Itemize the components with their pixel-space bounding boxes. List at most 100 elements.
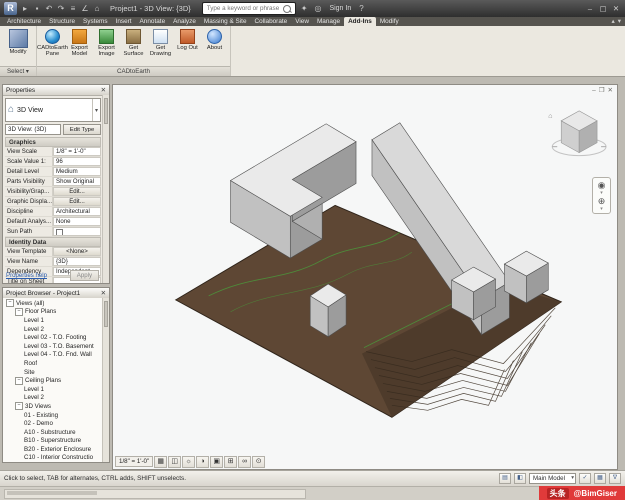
redo-icon[interactable]: ↷ <box>56 2 66 15</box>
property-value-parts-visibility[interactable]: Show Original <box>53 177 101 186</box>
zoom-icon[interactable]: ⊕ <box>598 196 606 206</box>
ribbon-panel-label[interactable]: CADtoEarth <box>37 66 230 76</box>
tree-item-level-02-t-o-footing[interactable]: Level 02 - T.O. Footing <box>3 333 103 342</box>
instance-combo[interactable]: 3D View: (3D) <box>5 124 61 135</box>
project-browser-scrollbar[interactable] <box>102 298 109 462</box>
close-icon[interactable]: ✕ <box>611 2 621 15</box>
ribbon-help-icon[interactable]: ▾ <box>618 17 621 26</box>
application-menu-button[interactable]: R <box>4 2 17 15</box>
view-minimize-icon[interactable]: – <box>592 87 596 95</box>
tree-item-level-04-t-o-fnd-wall[interactable]: Level 04 - T.O. Fnd. Wall <box>3 351 103 360</box>
tree-item-site[interactable]: Site <box>3 368 103 377</box>
communication-center-icon[interactable]: ◎ <box>312 2 323 15</box>
tree-collapse-icon[interactable]: − <box>15 402 23 410</box>
apply-button[interactable]: Apply <box>70 270 99 281</box>
tree-item-ceiling-plans[interactable]: −Ceiling Plans <box>3 376 103 385</box>
property-value-view-scale[interactable]: 1/8" = 1'-0" <box>53 147 101 156</box>
detail-level-icon[interactable]: ▦ <box>154 456 167 468</box>
property-value-scale-value-1[interactable]: 96 <box>53 157 101 166</box>
search-icon[interactable] <box>283 5 291 13</box>
ribbon-minimize-icon[interactable]: ▴ <box>611 17 614 26</box>
ribbon-panel-label[interactable]: Select ▾ <box>0 66 36 76</box>
navigation-wheel-icon[interactable]: ◉ <box>598 180 606 190</box>
property-value-graphic-displa[interactable]: Edit... <box>53 197 101 206</box>
undo-icon[interactable]: ↶ <box>44 2 54 15</box>
tree-item-a10-substructure[interactable]: A10 - Substructure <box>3 428 103 437</box>
ribbon-tab-add-ins[interactable]: Add-Ins <box>344 17 376 26</box>
ribbon-tab-collaborate[interactable]: Collaborate <box>251 17 292 26</box>
ribbon-button-export-image[interactable]: Export Image <box>93 28 120 59</box>
ribbon-tab-systems[interactable]: Systems <box>79 17 112 26</box>
properties-help-link[interactable]: Properties help <box>6 272 47 279</box>
viewcube[interactable]: ⌂ <box>548 111 606 156</box>
type-selector-dropdown-icon[interactable]: ▾ <box>92 99 98 121</box>
ribbon-tab-modify[interactable]: Modify <box>376 17 403 26</box>
ribbon-button-about[interactable]: About <box>201 28 228 52</box>
ribbon-button-export-model[interactable]: Export Model <box>66 28 93 59</box>
ribbon-tab-manage[interactable]: Manage <box>313 17 344 26</box>
property-value-view-template[interactable]: <None> <box>53 247 101 256</box>
tree-item-level-1[interactable]: Level 1 <box>3 385 103 394</box>
tree-item-3d-views[interactable]: −3D Views <box>3 402 103 411</box>
save-icon[interactable]: ▪ <box>32 2 42 15</box>
sun-path-checkbox[interactable] <box>56 229 63 236</box>
help-icon[interactable]: ? <box>357 2 365 15</box>
ribbon-tab-structure[interactable]: Structure <box>45 17 79 26</box>
sun-path-icon[interactable]: ☼ <box>182 456 195 468</box>
exchange-apps-icon[interactable]: ✦ <box>299 2 310 15</box>
crop-view-icon[interactable]: ▣ <box>210 456 223 468</box>
tree-collapse-icon[interactable]: − <box>6 299 14 307</box>
ribbon-button-modify[interactable]: Modify <box>2 28 34 56</box>
sign-in-button[interactable]: Sign In <box>326 5 354 12</box>
tree-collapse-icon[interactable]: − <box>15 377 23 385</box>
editable-only-icon[interactable]: ✓ <box>579 473 591 484</box>
tree-item-b10-superstructure[interactable]: B10 - Superstructure <box>3 437 103 446</box>
property-value-discipline[interactable]: Architectural <box>53 207 101 216</box>
ribbon-tab-massing-site[interactable]: Massing & Site <box>200 17 251 26</box>
zoom-dropdown-icon[interactable]: ▾ <box>600 207 603 211</box>
filter-icon[interactable]: ∇ <box>609 473 621 484</box>
ribbon-tab-annotate[interactable]: Annotate <box>136 17 170 26</box>
tree-item-b20-exterior-enclosure[interactable]: B20 - Exterior Enclosure <box>3 445 103 454</box>
reveal-hidden-icon[interactable]: ⊙ <box>252 456 265 468</box>
tree-item-floor-plans[interactable]: −Floor Plans <box>3 308 103 317</box>
tree-item-c10-interior-constructio[interactable]: C10 - Interior Constructio <box>3 454 103 462</box>
properties-scrollbar[interactable] <box>102 95 109 283</box>
ribbon-button-get-surface[interactable]: Get Surface <box>120 28 147 59</box>
ribbon-button-log-out[interactable]: Log Out <box>174 28 201 52</box>
property-value-visibility-grap[interactable]: Edit... <box>53 187 101 196</box>
search-box[interactable] <box>202 2 296 15</box>
horizontal-scrollbar[interactable] <box>4 489 306 499</box>
property-value-default-analys[interactable]: None <box>53 217 101 226</box>
property-value-view-name[interactable]: {3D} <box>53 257 101 266</box>
worksets-icon[interactable]: ▤ <box>499 473 511 484</box>
3d-view-icon[interactable]: ⌂ <box>92 2 102 15</box>
project-browser-close-icon[interactable]: ✕ <box>101 289 106 297</box>
ribbon-tab-analyze[interactable]: Analyze <box>169 17 200 26</box>
print-icon[interactable]: ≡ <box>68 2 78 15</box>
visual-style-icon[interactable]: ◫ <box>168 456 181 468</box>
ribbon-tab-architecture[interactable]: Architecture <box>3 17 45 26</box>
ribbon-button-cadtoearth-pane[interactable]: CADtoEarth Pane <box>39 28 66 59</box>
ribbon-tab-view[interactable]: View <box>291 17 313 26</box>
tree-item-02-demo[interactable]: 02 - Demo <box>3 419 103 428</box>
tree-item-level-2[interactable]: Level 2 <box>3 325 103 334</box>
tree-item-01-existing[interactable]: 01 - Existing <box>3 411 103 420</box>
view-restore-icon[interactable]: ❐ <box>599 87 605 95</box>
edit-type-button[interactable]: Edit Type <box>63 124 101 135</box>
property-group-identity-data[interactable]: Identity Data <box>5 237 101 247</box>
type-selector[interactable]: ⌂ 3D View ▾ <box>5 98 101 122</box>
properties-close-icon[interactable]: ✕ <box>101 86 106 94</box>
temporary-hide-icon[interactable]: ∞ <box>238 456 251 468</box>
search-input[interactable] <box>205 4 283 13</box>
measure-icon[interactable]: ∠ <box>80 2 90 15</box>
ribbon-button-get-drawing[interactable]: Get Drawing <box>147 28 174 59</box>
tree-item-level-03-t-o-basement[interactable]: Level 03 - T.O. Basement <box>3 342 103 351</box>
tree-item-roof[interactable]: Roof <box>3 359 103 368</box>
navigation-wheel-dropdown-icon[interactable]: ▾ <box>600 191 603 195</box>
properties-header[interactable]: Properties ✕ <box>3 85 109 96</box>
property-group-graphics[interactable]: Graphics <box>5 137 101 147</box>
tree-item-views-all[interactable]: −Views (all) <box>3 299 103 308</box>
view-close-icon[interactable]: ✕ <box>608 87 613 95</box>
minimize-icon[interactable]: – <box>585 2 595 15</box>
